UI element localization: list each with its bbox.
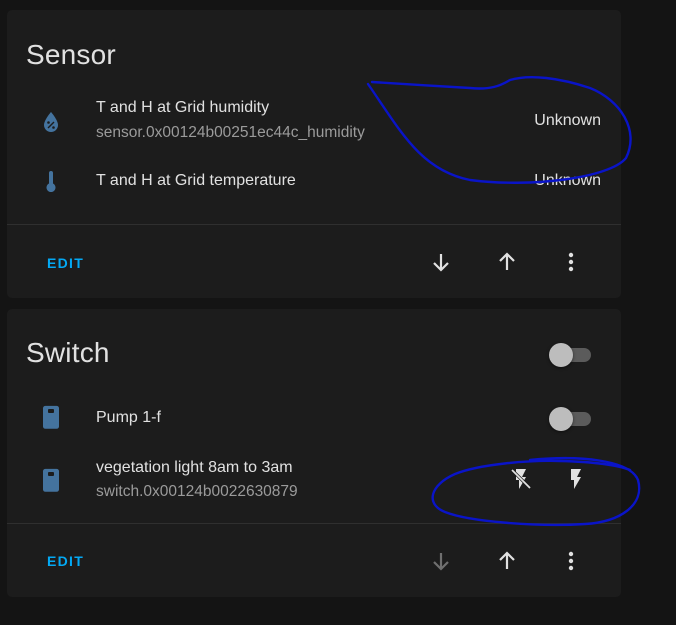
smart-plug-icon (43, 468, 59, 492)
entity-row-humidity[interactable]: T and H at Grid humidity sensor.0x00124b… (7, 96, 621, 146)
arrow-up-icon[interactable] (495, 250, 519, 274)
arrow-down-icon[interactable] (429, 250, 453, 274)
header-toggle[interactable] (549, 342, 593, 368)
sensor-card: Sensor T and H at Grid humidity sensor.0… (7, 10, 621, 298)
entity-row-pump[interactable]: Pump 1-f (7, 403, 621, 435)
entity-id: sensor.0x00124b00251ec44c_humidity (96, 124, 365, 141)
entity-id: switch.0x00124b0022630879 (96, 483, 298, 500)
entity-name: vegetation light 8am to 3am (96, 459, 293, 476)
entity-state: Unknown (534, 172, 601, 189)
card-title: Switch (26, 337, 110, 368)
card-divider (7, 224, 621, 225)
flash-icon[interactable] (564, 467, 588, 491)
toggle-thumb (549, 407, 573, 431)
entity-name: Pump 1-f (96, 409, 161, 426)
toggle-thumb (549, 343, 573, 367)
card-divider (7, 523, 621, 524)
smart-plug-icon (43, 405, 59, 429)
entity-state: Unknown (534, 112, 601, 129)
edit-button[interactable]: EDIT (47, 255, 84, 271)
entity-row-vegetation-light[interactable]: vegetation light 8am to 3am switch.0x001… (7, 455, 621, 507)
dots-vertical-icon[interactable] (559, 250, 583, 274)
arrow-up-icon[interactable] (495, 549, 519, 573)
arrow-down-icon[interactable] (429, 549, 453, 573)
card-title: Sensor (26, 39, 116, 70)
pump-toggle[interactable] (549, 406, 593, 432)
flash-off-icon[interactable] (509, 467, 533, 491)
water-percent-icon (44, 112, 58, 132)
entity-name: T and H at Grid temperature (96, 172, 296, 189)
dots-vertical-icon[interactable] (559, 549, 583, 573)
thermometer-icon (46, 171, 56, 193)
switch-card: Switch Pump 1-f vegetation light 8am to … (7, 309, 621, 597)
entity-name: T and H at Grid humidity (96, 99, 270, 116)
entity-row-temperature[interactable]: T and H at Grid temperature Unknown (7, 168, 621, 198)
edit-button[interactable]: EDIT (47, 553, 84, 569)
